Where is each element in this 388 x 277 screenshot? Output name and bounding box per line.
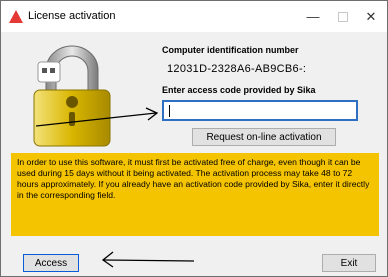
access-code-label: Enter access code provided by Sika <box>162 85 316 95</box>
info-panel: In order to use this software, it must f… <box>11 153 379 236</box>
computer-id-label: Computer identification number <box>162 45 299 55</box>
access-code-input[interactable] <box>162 100 358 121</box>
dialog-body: Computer identification number 12031D-23… <box>1 32 387 276</box>
window-title: License activation <box>28 10 116 22</box>
license-activation-window: License activation — ✕ Computer identifi… <box>0 0 388 277</box>
request-online-activation-button[interactable]: Request on-line activation <box>192 128 336 146</box>
access-button[interactable]: Access <box>23 254 79 272</box>
padlock-icon <box>33 45 111 147</box>
maximize-icon <box>338 11 348 22</box>
warning-triangle-icon <box>9 10 23 23</box>
close-button[interactable]: ✕ <box>350 1 388 32</box>
annotation-arrow-input <box>36 107 159 127</box>
computer-id-value: 12031D-2328A6-AB9CB6-: <box>167 63 307 75</box>
text-caret <box>169 105 170 117</box>
annotation-arrow-access <box>101 251 195 268</box>
exit-button[interactable]: Exit <box>322 254 376 272</box>
title-bar: License activation — ✕ <box>1 1 387 32</box>
